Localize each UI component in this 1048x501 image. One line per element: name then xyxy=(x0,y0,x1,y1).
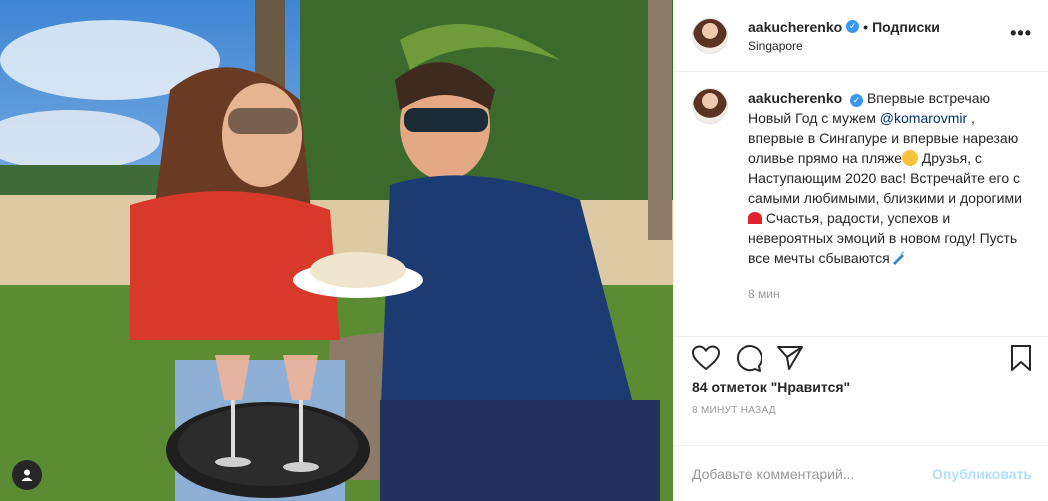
comment-icon xyxy=(737,344,763,372)
add-comment-bar: Опубликовать xyxy=(674,445,1048,501)
following-button[interactable]: Подписки xyxy=(872,19,940,35)
heart-icon xyxy=(691,344,721,370)
share-icon xyxy=(777,345,803,370)
caption: aakucherenko ✓ Впервые встречаю Новый Го… xyxy=(692,88,1032,304)
avatar[interactable] xyxy=(692,17,728,54)
save-button[interactable] xyxy=(1010,344,1032,377)
red-heart-emoji-icon xyxy=(748,212,762,224)
user-icon xyxy=(21,469,33,481)
mention-link[interactable]: @komarovmir xyxy=(880,110,967,126)
like-button[interactable] xyxy=(691,344,721,376)
caption-username[interactable]: aakucherenko xyxy=(748,90,842,106)
location-link[interactable]: Singapore xyxy=(748,39,940,53)
post-photo[interactable] xyxy=(0,0,673,501)
bookmark-icon xyxy=(1011,344,1031,371)
more-options-icon[interactable]: ••• xyxy=(1010,24,1032,42)
caption-verified-icon: ✓ xyxy=(850,93,864,107)
post-timestamp[interactable]: 8 МИНУТ НАЗАД xyxy=(674,395,1048,416)
post-side-panel: aakucherenko ✓ • Подписки Singapore ••• … xyxy=(673,0,1048,501)
post-header: aakucherenko ✓ • Подписки Singapore ••• xyxy=(674,0,1048,72)
comments-area[interactable]: aakucherenko ✓ Впервые встречаю Новый Го… xyxy=(674,72,1048,337)
header-text: aakucherenko ✓ • Подписки Singapore xyxy=(748,19,940,53)
syringe-emoji-icon xyxy=(892,251,905,265)
action-bar xyxy=(674,337,1048,377)
verified-badge-icon: ✓ xyxy=(846,20,860,33)
caption-text: aakucherenko ✓ Впервые встречаю Новый Го… xyxy=(748,88,1032,268)
share-button[interactable] xyxy=(776,345,804,376)
caption-text-end: Счастья, радости, успехов и невероятных … xyxy=(748,210,1018,266)
grin-emoji-icon xyxy=(901,150,918,166)
publish-button[interactable]: Опубликовать xyxy=(932,466,1032,482)
tagged-users-button[interactable] xyxy=(12,460,42,490)
separator-dot: • xyxy=(863,18,869,35)
photo-image xyxy=(0,0,673,501)
caption-avatar[interactable] xyxy=(692,88,728,124)
username-link[interactable]: aakucherenko xyxy=(748,19,842,35)
header-line: aakucherenko ✓ • Подписки xyxy=(748,19,940,35)
comment-button[interactable] xyxy=(734,344,763,377)
comment-input[interactable] xyxy=(692,465,933,482)
caption-time: 8 мин xyxy=(748,287,780,301)
caption-body: aakucherenko ✓ Впервые встречаю Новый Го… xyxy=(748,88,1032,304)
likes-count[interactable]: 84 отметок "Нравится" xyxy=(674,377,1048,395)
